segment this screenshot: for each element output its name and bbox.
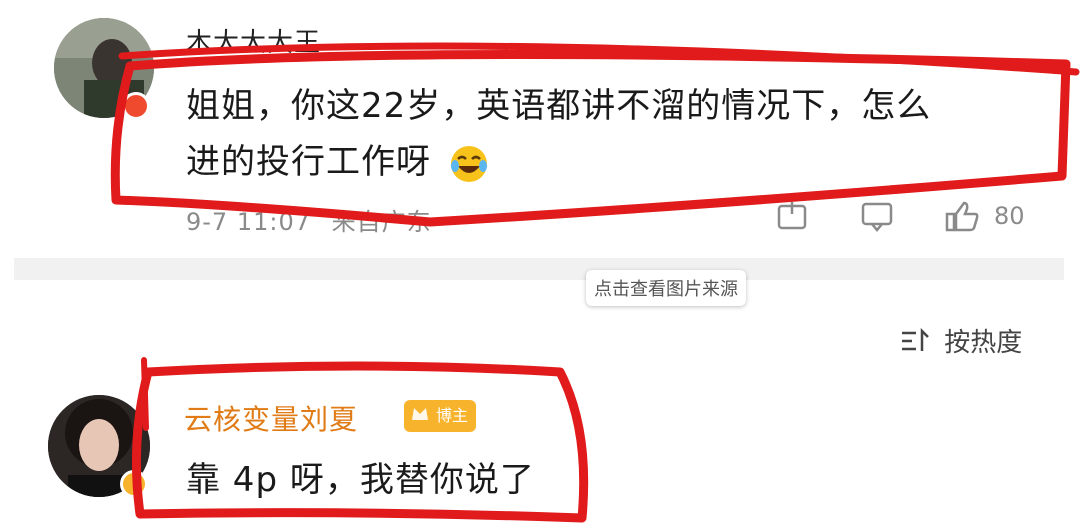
comment-text: 姐姐，你这22岁，英语都讲不溜的情况下，怎么 进的投行工作呀 [186,78,1026,190]
comment-location: 来自广东 [331,208,432,236]
share-icon[interactable] [776,200,808,236]
comment-time: 9-7 11:07 [186,208,311,236]
comment-text-line-2-row: 进的投行工作呀 [186,134,1026,190]
comment-text-line-2: 进的投行工作呀 [186,142,431,182]
reply-text: 靠 4p 呀，我替你说了 [186,460,535,500]
laughing-tears-emoji-icon [449,144,489,184]
image-source-tooltip[interactable]: 点击查看图片来源 [586,270,746,306]
like-icon[interactable] [944,200,980,236]
vip-badge-icon [120,470,148,498]
commenter-username[interactable]: 木大大大王 [186,22,321,59]
sort-label: 按热度 [944,328,1023,358]
like-count: 80 [994,202,1025,230]
comment-text-line-1: 姐姐，你这22岁，英语都讲不溜的情况下，怎么 [186,86,932,126]
crown-icon [410,404,430,437]
verified-badge-icon [122,92,150,120]
comment-meta: 9-7 11:07 来自广东 [186,202,432,237]
sort-icon [902,327,929,351]
blogger-badge-label: 博主 [435,406,468,425]
comment-icon[interactable] [860,200,894,236]
sort-by-hot-button[interactable]: 按热度 [900,322,1022,359]
section-divider [14,258,1064,280]
blogger-badge: 博主 [404,400,476,432]
blogger-username[interactable]: 云核变量刘夏 [184,398,358,438]
